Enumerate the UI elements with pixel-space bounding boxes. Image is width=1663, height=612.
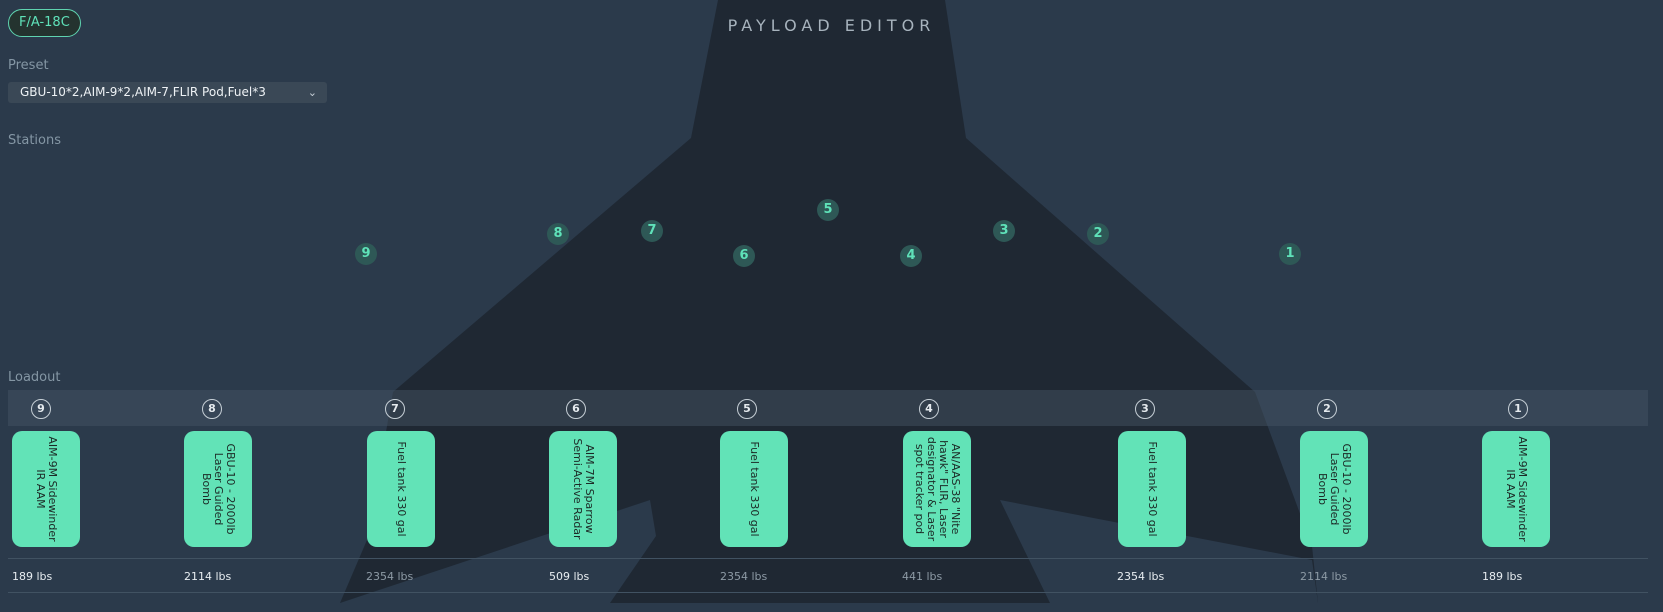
weight-station-8: 2114 lbs xyxy=(184,570,232,583)
station-number-5: 5 xyxy=(737,399,757,419)
weight-station-1: 189 lbs xyxy=(1482,570,1523,583)
station-marker-3[interactable]: 3 xyxy=(993,220,1015,242)
store-card-station-7[interactable]: Fuel tank 330 gal xyxy=(367,431,435,547)
station-number-2: 2 xyxy=(1317,399,1337,419)
store-name: AN/AAS-38 "Nite hawk" FLIR, Laser design… xyxy=(913,436,962,542)
store-card-station-8[interactable]: GBU-10 - 2000lb Laser Guided Bomb xyxy=(184,431,252,547)
weight-station-2: 2114 lbs xyxy=(1300,570,1348,583)
station-number-3: 3 xyxy=(1135,399,1155,419)
store-card-station-5[interactable]: Fuel tank 330 gal xyxy=(720,431,788,547)
station-marker-5[interactable]: 5 xyxy=(817,199,839,221)
station-marker-6[interactable]: 6 xyxy=(733,245,755,267)
store-card-station-1[interactable]: AIM-9M Sidewinder IR AAM xyxy=(1482,431,1550,547)
station-marker-4[interactable]: 4 xyxy=(900,245,922,267)
preset-label: Preset xyxy=(8,58,49,73)
store-name: GBU-10 - 2000lb Laser Guided Bomb xyxy=(200,443,237,535)
station-number-1: 1 xyxy=(1508,399,1528,419)
loadout-label: Loadout xyxy=(8,370,61,385)
page-title: PAYLOAD EDITOR xyxy=(727,16,936,35)
weight-station-3: 2354 lbs xyxy=(1117,570,1165,583)
store-name: Fuel tank 330 gal xyxy=(748,441,761,537)
store-name: GBU-10 - 2000lb Laser Guided Bomb xyxy=(1316,443,1353,535)
weight-station-7: 2354 lbs xyxy=(366,570,414,583)
preset-select[interactable]: GBU-10*2,AIM-9*2,AIM-7,FLIR Pod,Fuel*3 ⌄ xyxy=(8,82,327,103)
weights-top-divider xyxy=(8,558,1648,559)
weight-station-5: 2354 lbs xyxy=(720,570,768,583)
weight-station-6: 509 lbs xyxy=(549,570,590,583)
store-card-station-3[interactable]: Fuel tank 330 gal xyxy=(1118,431,1186,547)
store-card-station-9[interactable]: AIM-9M Sidewinder IR AAM xyxy=(12,431,80,547)
store-card-station-2[interactable]: GBU-10 - 2000lb Laser Guided Bomb xyxy=(1300,431,1368,547)
store-name: AIM-9M Sidewinder IR AAM xyxy=(34,436,59,542)
station-number-6: 6 xyxy=(566,399,586,419)
store-name: AIM-7M Sparrow Semi-Active Radar xyxy=(571,438,596,540)
station-number-7: 7 xyxy=(385,399,405,419)
station-number-4: 4 xyxy=(919,399,939,419)
store-name: Fuel tank 330 gal xyxy=(395,441,408,537)
weight-station-9: 189 lbs xyxy=(12,570,53,583)
store-name: Fuel tank 330 gal xyxy=(1146,441,1159,537)
store-card-station-4[interactable]: AN/AAS-38 "Nite hawk" FLIR, Laser design… xyxy=(903,431,971,547)
station-number-8: 8 xyxy=(202,399,222,419)
loadout-header: 9 8 7 6 5 4 3 2 1 xyxy=(8,390,1648,426)
weights-bottom-divider xyxy=(8,592,1648,593)
store-name: AIM-9M Sidewinder IR AAM xyxy=(1504,436,1529,542)
station-marker-1[interactable]: 1 xyxy=(1279,243,1301,265)
preset-selected-value: GBU-10*2,AIM-9*2,AIM-7,FLIR Pod,Fuel*3 xyxy=(20,85,266,99)
stations-label: Stations xyxy=(8,133,61,148)
weight-station-4: 441 lbs xyxy=(902,570,943,583)
station-marker-9[interactable]: 9 xyxy=(355,243,377,265)
station-marker-7[interactable]: 7 xyxy=(641,220,663,242)
chevron-down-icon[interactable]: ⌄ xyxy=(308,82,317,103)
station-marker-2[interactable]: 2 xyxy=(1087,223,1109,245)
station-number-9: 9 xyxy=(31,399,51,419)
station-marker-8[interactable]: 8 xyxy=(547,223,569,245)
store-card-station-6[interactable]: AIM-7M Sparrow Semi-Active Radar xyxy=(549,431,617,547)
